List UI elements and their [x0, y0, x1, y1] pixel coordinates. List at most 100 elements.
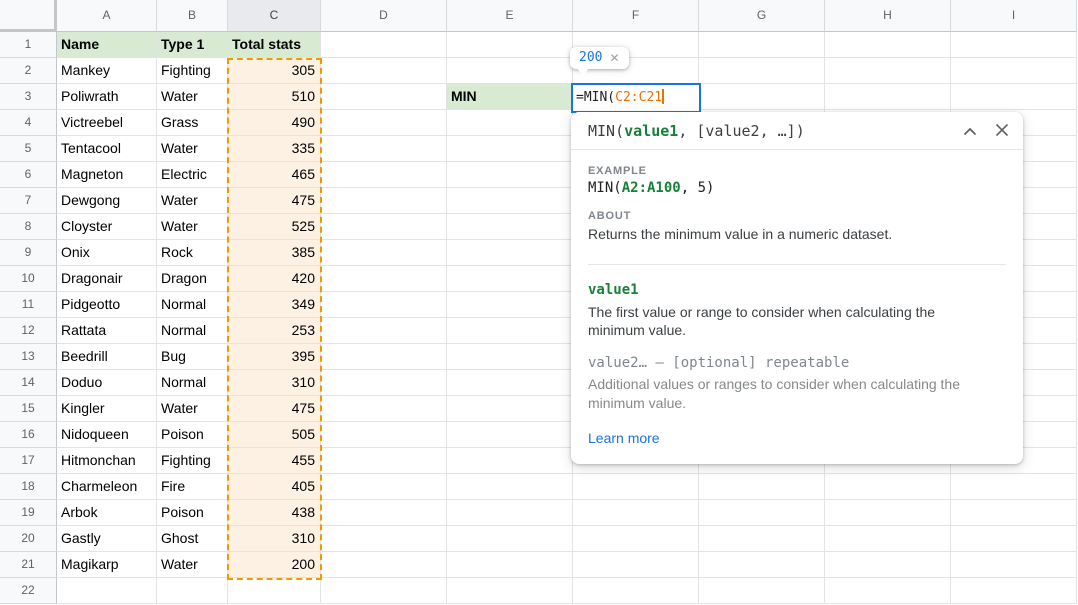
- cell-E9[interactable]: [447, 240, 573, 266]
- cell-B14[interactable]: Normal: [157, 370, 228, 396]
- cell-I2[interactable]: [951, 58, 1077, 84]
- learn-more-link[interactable]: Learn more: [588, 430, 660, 446]
- cell-E21[interactable]: [447, 552, 573, 578]
- cell-C7[interactable]: 475: [228, 188, 321, 214]
- cell-B11[interactable]: Normal: [157, 292, 228, 318]
- cell-G1[interactable]: [699, 32, 825, 58]
- cell-B15[interactable]: Water: [157, 396, 228, 422]
- cell-E3[interactable]: MIN: [447, 84, 573, 110]
- cell-D10[interactable]: [321, 266, 447, 292]
- row-header-7[interactable]: 7: [0, 188, 57, 214]
- cell-C17[interactable]: 455: [228, 448, 321, 474]
- row-header-15[interactable]: 15: [0, 396, 57, 422]
- cell-D15[interactable]: [321, 396, 447, 422]
- cell-C16[interactable]: 505: [228, 422, 321, 448]
- cell-E10[interactable]: [447, 266, 573, 292]
- cell-D7[interactable]: [321, 188, 447, 214]
- cell-A5[interactable]: Tentacool: [57, 136, 157, 162]
- cell-C20[interactable]: 310: [228, 526, 321, 552]
- cell-E11[interactable]: [447, 292, 573, 318]
- cell-H19[interactable]: [825, 500, 951, 526]
- cell-C21[interactable]: 200: [228, 552, 321, 578]
- cell-B13[interactable]: Bug: [157, 344, 228, 370]
- cell-D3[interactable]: [321, 84, 447, 110]
- cell-H18[interactable]: [825, 474, 951, 500]
- row-header-6[interactable]: 6: [0, 162, 57, 188]
- cell-C11[interactable]: 349: [228, 292, 321, 318]
- cell-B2[interactable]: Fighting: [157, 58, 228, 84]
- cell-D2[interactable]: [321, 58, 447, 84]
- row-header-4[interactable]: 4: [0, 110, 57, 136]
- cell-D6[interactable]: [321, 162, 447, 188]
- cell-E12[interactable]: [447, 318, 573, 344]
- cell-C10[interactable]: 420: [228, 266, 321, 292]
- formula-edit-cell[interactable]: =MIN(C2:C21: [571, 83, 701, 113]
- row-header-3[interactable]: 3: [0, 84, 57, 110]
- cell-D18[interactable]: [321, 474, 447, 500]
- cell-E16[interactable]: [447, 422, 573, 448]
- cell-C12[interactable]: 253: [228, 318, 321, 344]
- cell-C6[interactable]: 465: [228, 162, 321, 188]
- column-header-G[interactable]: G: [699, 0, 825, 32]
- cell-I21[interactable]: [951, 552, 1077, 578]
- cell-H3[interactable]: [825, 84, 951, 110]
- cell-H22[interactable]: [825, 578, 951, 604]
- cell-F21[interactable]: [573, 552, 699, 578]
- cell-A9[interactable]: Onix: [57, 240, 157, 266]
- row-header-12[interactable]: 12: [0, 318, 57, 344]
- row-header-21[interactable]: 21: [0, 552, 57, 578]
- cell-F22[interactable]: [573, 578, 699, 604]
- cell-B19[interactable]: Poison: [157, 500, 228, 526]
- cell-B4[interactable]: Grass: [157, 110, 228, 136]
- cell-A11[interactable]: Pidgeotto: [57, 292, 157, 318]
- cell-A10[interactable]: Dragonair: [57, 266, 157, 292]
- row-header-1[interactable]: 1: [0, 32, 57, 58]
- cell-E14[interactable]: [447, 370, 573, 396]
- cell-B12[interactable]: Normal: [157, 318, 228, 344]
- cell-B9[interactable]: Rock: [157, 240, 228, 266]
- cell-I22[interactable]: [951, 578, 1077, 604]
- collapse-button[interactable]: [963, 124, 977, 139]
- cell-F18[interactable]: [573, 474, 699, 500]
- row-header-9[interactable]: 9: [0, 240, 57, 266]
- row-header-8[interactable]: 8: [0, 214, 57, 240]
- cell-A22[interactable]: [57, 578, 157, 604]
- cell-E20[interactable]: [447, 526, 573, 552]
- cell-H2[interactable]: [825, 58, 951, 84]
- row-header-22[interactable]: 22: [0, 578, 57, 604]
- cell-D11[interactable]: [321, 292, 447, 318]
- cell-D12[interactable]: [321, 318, 447, 344]
- cell-G18[interactable]: [699, 474, 825, 500]
- cell-C3[interactable]: 510: [228, 84, 321, 110]
- cell-D17[interactable]: [321, 448, 447, 474]
- cell-I3[interactable]: [951, 84, 1077, 110]
- cell-G2[interactable]: [699, 58, 825, 84]
- cell-F20[interactable]: [573, 526, 699, 552]
- select-all-corner[interactable]: [0, 0, 57, 32]
- cell-C18[interactable]: 405: [228, 474, 321, 500]
- cell-A14[interactable]: Doduo: [57, 370, 157, 396]
- cell-A16[interactable]: Nidoqueen: [57, 422, 157, 448]
- cell-A8[interactable]: Cloyster: [57, 214, 157, 240]
- cell-D9[interactable]: [321, 240, 447, 266]
- cell-E2[interactable]: [447, 58, 573, 84]
- cell-C9[interactable]: 385: [228, 240, 321, 266]
- cell-E17[interactable]: [447, 448, 573, 474]
- cell-G19[interactable]: [699, 500, 825, 526]
- cell-E18[interactable]: [447, 474, 573, 500]
- cell-B5[interactable]: Water: [157, 136, 228, 162]
- cell-C19[interactable]: 438: [228, 500, 321, 526]
- column-header-E[interactable]: E: [447, 0, 573, 32]
- cell-B16[interactable]: Poison: [157, 422, 228, 448]
- cell-A21[interactable]: Magikarp: [57, 552, 157, 578]
- cell-D19[interactable]: [321, 500, 447, 526]
- cell-C4[interactable]: 490: [228, 110, 321, 136]
- cell-H1[interactable]: [825, 32, 951, 58]
- cell-I1[interactable]: [951, 32, 1077, 58]
- cell-B8[interactable]: Water: [157, 214, 228, 240]
- row-header-11[interactable]: 11: [0, 292, 57, 318]
- cell-E5[interactable]: [447, 136, 573, 162]
- cell-C1[interactable]: Total stats: [228, 32, 321, 58]
- cell-G22[interactable]: [699, 578, 825, 604]
- cell-A6[interactable]: Magneton: [57, 162, 157, 188]
